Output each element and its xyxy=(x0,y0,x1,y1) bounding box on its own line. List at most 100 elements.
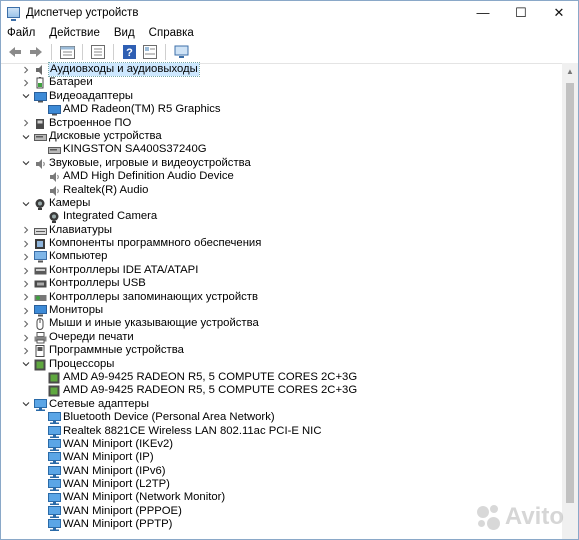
forward-button[interactable] xyxy=(27,43,45,61)
maximize-button[interactable]: ☐ xyxy=(502,1,540,24)
tree-category[interactable]: Клавиатуры xyxy=(1,224,564,237)
collapsed-chevron-icon[interactable] xyxy=(21,251,31,264)
tree-item-label: Realtek 8821CE Wireless LAN 802.11ac PCI… xyxy=(63,424,322,437)
collapsed-chevron-icon[interactable] xyxy=(21,117,31,130)
collapsed-chevron-icon[interactable] xyxy=(21,264,31,277)
title-bar[interactable]: Диспетчер устройств — ☐ ✕ xyxy=(1,1,578,24)
tree-category[interactable]: Процессоры xyxy=(1,358,564,371)
tree-category[interactable]: Мыши и иные указывающие устройства xyxy=(1,317,564,331)
tree-device[interactable]: WAN Miniport (L2TP) xyxy=(1,478,564,492)
tree-category[interactable]: Видеоадаптеры xyxy=(1,90,564,103)
device-manager-window: Диспетчер устройств — ☐ ✕ Файл Действие … xyxy=(0,0,579,540)
tree-category[interactable]: Контроллеры IDE ATA/ATAPI xyxy=(1,264,564,277)
collapsed-chevron-icon[interactable] xyxy=(21,344,31,357)
monitor-icon xyxy=(34,305,47,317)
tree-category[interactable]: Мониторы xyxy=(1,304,564,317)
collapsed-chevron-icon[interactable] xyxy=(21,237,31,250)
collapsed-chevron-icon[interactable] xyxy=(21,277,31,290)
expanded-chevron-icon[interactable] xyxy=(21,90,31,103)
tree-item-label: KINGSTON SA400S37240G xyxy=(63,143,207,156)
menu-view[interactable]: Вид xyxy=(114,27,135,39)
tree-device[interactable]: WAN Miniport (IKEv2) xyxy=(1,438,564,451)
collapsed-chevron-icon[interactable] xyxy=(21,291,31,304)
tree-item-label: WAN Miniport (PPTP) xyxy=(63,518,173,531)
help-button[interactable]: ? xyxy=(120,43,138,61)
tree-item-label: AMD A9-9425 RADEON R5, 5 COMPUTE CORES 2… xyxy=(63,370,358,383)
tree-device[interactable]: WAN Miniport (IPv6) xyxy=(1,465,564,478)
expanded-chevron-icon[interactable] xyxy=(21,157,31,170)
tree-category[interactable]: Дисковые устройства xyxy=(1,130,564,143)
network-adapter-icon xyxy=(48,479,61,492)
list-view-button[interactable] xyxy=(141,43,159,61)
tree-item-label: Аудиовходы и аудиовыходы xyxy=(48,61,200,78)
tree-category[interactable]: Очереди печати xyxy=(1,331,564,344)
tree-device[interactable]: AMD A9-9425 RADEON R5, 5 COMPUTE CORES 2… xyxy=(1,384,564,397)
network-adapter-icon xyxy=(48,438,61,451)
collapsed-chevron-icon[interactable] xyxy=(21,331,31,344)
tree-device[interactable]: KINGSTON SA400S37240G xyxy=(1,143,564,156)
network-adapter-icon xyxy=(48,519,61,532)
tree-category[interactable]: Программные устройства xyxy=(1,344,564,358)
ide-controller-icon xyxy=(34,265,47,276)
properties-button[interactable] xyxy=(58,43,76,61)
speaker-icon xyxy=(48,185,60,196)
tree-item-label: Мониторы xyxy=(49,304,104,317)
expanded-chevron-icon[interactable] xyxy=(21,197,31,210)
speaker-icon xyxy=(48,171,60,183)
tree-category[interactable]: Встроенное ПО xyxy=(1,117,564,130)
tree-device[interactable]: Realtek 8821CE Wireless LAN 802.11ac PCI… xyxy=(1,425,564,438)
vertical-scrollbar[interactable]: ▲ xyxy=(562,63,578,539)
tree-item-label: Компьютер xyxy=(49,250,108,263)
tree-category[interactable]: Звуковые, игровые и видеоустройства xyxy=(1,157,564,170)
collapsed-chevron-icon[interactable] xyxy=(21,224,31,237)
tree-category[interactable]: Контроллеры USB xyxy=(1,277,564,290)
software-device-icon xyxy=(34,345,46,358)
minimize-button[interactable]: — xyxy=(464,1,502,24)
list-button[interactable] xyxy=(89,43,107,61)
properties-icon xyxy=(59,45,75,59)
tree-item-label: Integrated Camera xyxy=(63,210,158,223)
tree-category[interactable]: Сетевые адаптеры xyxy=(1,398,564,411)
menu-action[interactable]: Действие xyxy=(49,27,100,39)
tree-category[interactable]: Компьютер xyxy=(1,250,564,263)
network-adapter-icon xyxy=(48,465,61,478)
tree-item-label: Bluetooth Device (Personal Area Network) xyxy=(63,411,275,424)
tree-item-label: Мыши и иные указывающие устройства xyxy=(49,317,259,330)
tree-device[interactable]: Bluetooth Device (Personal Area Network) xyxy=(1,411,564,425)
collapsed-chevron-icon[interactable] xyxy=(21,318,31,331)
collapsed-chevron-icon[interactable] xyxy=(21,304,31,317)
scan-hardware-icon xyxy=(174,45,188,58)
tree-category[interactable]: Аудиовходы и аудиовыходы xyxy=(1,61,564,78)
help-icon: ? xyxy=(122,45,136,59)
menu-help[interactable]: Справка xyxy=(149,27,194,39)
usb-icon xyxy=(34,278,47,289)
expanded-chevron-icon[interactable] xyxy=(21,398,31,411)
tree-category[interactable]: Контроллеры запоминающих устройств xyxy=(1,291,564,304)
tree-category[interactable]: Камеры xyxy=(1,197,564,210)
tree-item-label: WAN Miniport (IP) xyxy=(63,451,154,464)
collapsed-chevron-icon[interactable] xyxy=(21,63,31,76)
scan-hardware-button[interactable] xyxy=(172,43,190,61)
forward-arrow-icon xyxy=(30,47,42,57)
tree-device[interactable]: Integrated Camera xyxy=(1,210,564,224)
window-title: Диспетчер устройств xyxy=(26,6,139,19)
tree-device[interactable]: AMD A9-9425 RADEON R5, 5 COMPUTE CORES 2… xyxy=(1,371,564,384)
tree-category[interactable]: Батареи xyxy=(1,76,564,89)
tree-device[interactable]: AMD Radeon(TM) R5 Graphics xyxy=(1,103,564,116)
list-icon xyxy=(143,45,157,59)
expanded-chevron-icon[interactable] xyxy=(21,130,31,143)
scrollbar-thumb[interactable] xyxy=(566,83,574,503)
tree-item-label: Камеры xyxy=(49,196,91,209)
tree-item-label: Программные устройства xyxy=(49,344,184,357)
menu-file[interactable]: Файл xyxy=(7,27,35,39)
tree-category[interactable]: Компоненты программного обеспечения xyxy=(1,237,564,250)
expanded-chevron-icon[interactable] xyxy=(21,358,31,371)
close-button[interactable]: ✕ xyxy=(540,1,578,24)
tree-item-label: Встроенное ПО xyxy=(49,116,132,129)
collapsed-chevron-icon[interactable] xyxy=(21,77,31,90)
tree-device[interactable]: WAN Miniport (IP) xyxy=(1,451,564,465)
back-button[interactable] xyxy=(6,43,24,61)
scroll-up-icon[interactable]: ▲ xyxy=(562,63,578,79)
tree-device[interactable]: AMD High Definition Audio Device xyxy=(1,170,564,183)
tree-device[interactable]: Realtek(R) Audio xyxy=(1,184,564,197)
